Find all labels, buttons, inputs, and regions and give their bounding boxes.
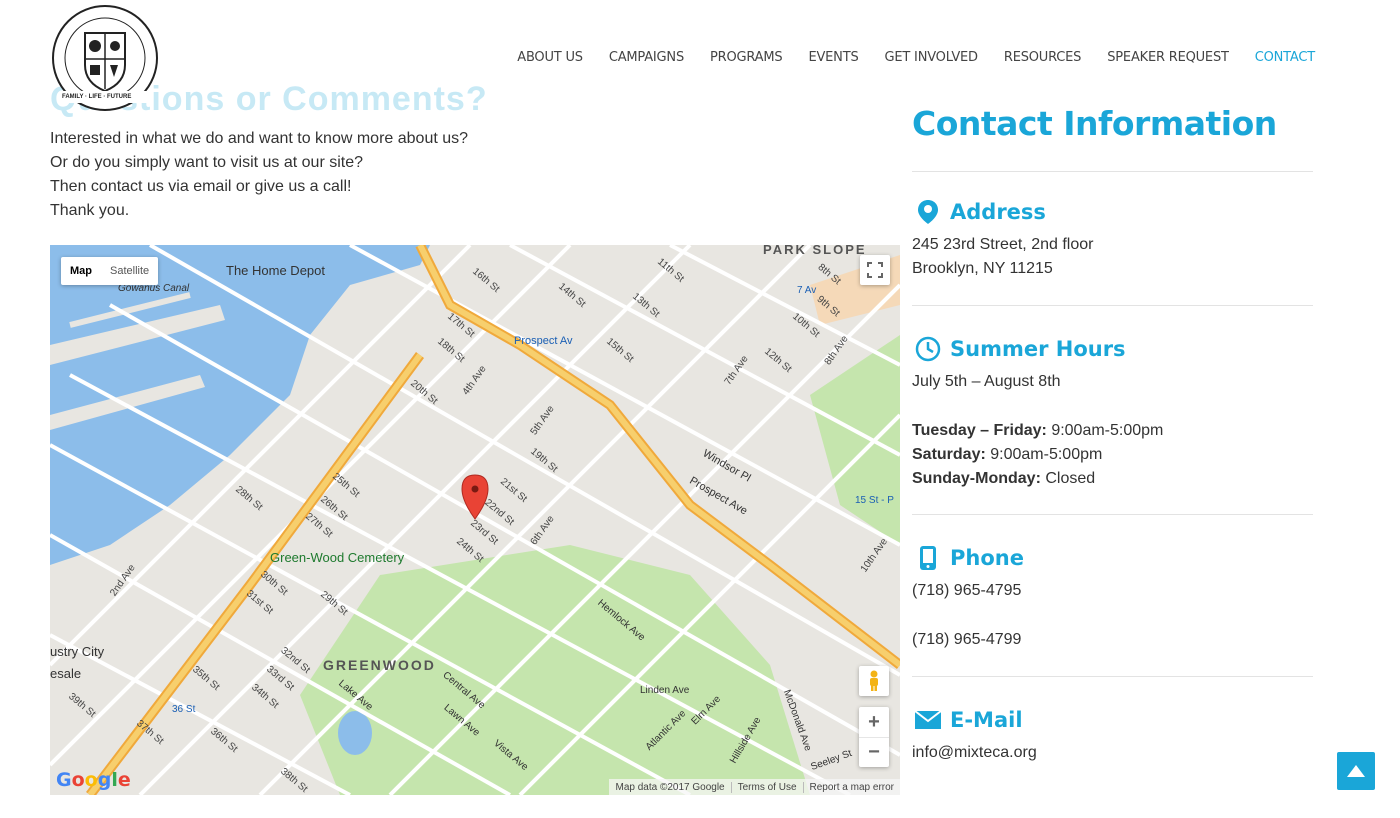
address-line: 245 23rd Street, 2nd floor xyxy=(912,236,1094,253)
map-type-control: Map Satellite xyxy=(61,257,159,285)
hours-row: Sunday-Monday: Closed xyxy=(912,467,1163,491)
contact-info-title: Contact Information xyxy=(912,104,1277,143)
email-address[interactable]: info@mixteca.org xyxy=(912,741,1037,765)
divider xyxy=(912,305,1313,306)
nav-get-involved[interactable]: GET INVOLVED xyxy=(885,50,979,65)
map-label-industry-city: ustry City xyxy=(50,644,105,659)
map-footer: Map data ©2017 Google Terms of Use Repor… xyxy=(609,779,900,795)
hours-label: Saturday: xyxy=(912,446,986,463)
street-view-pegman[interactable] xyxy=(859,666,889,696)
map-label-7-av: 7 Av xyxy=(797,285,817,296)
map-label-esale: esale xyxy=(50,666,82,681)
hours-row: Tuesday – Friday: 9:00am-5:00pm xyxy=(912,419,1163,443)
divider xyxy=(912,676,1313,677)
phone-title: Phone xyxy=(950,546,1024,570)
hours-value: Closed xyxy=(1045,470,1096,487)
intro-line: Then contact us via email or give us a c… xyxy=(50,178,352,195)
nav-campaigns[interactable]: CAMPAIGNS xyxy=(609,50,684,65)
map-label-greenwood-cemetery: Green-Wood Cemetery xyxy=(270,550,405,565)
fullscreen-button[interactable] xyxy=(860,255,890,285)
intro-line: Interested in what we do and want to kno… xyxy=(50,130,469,147)
hours-range: July 5th – August 8th xyxy=(912,373,1061,390)
divider xyxy=(912,514,1313,515)
hours-row: Saturday: 9:00am-5:00pm xyxy=(912,443,1163,467)
hours-label: Sunday-Monday: xyxy=(912,470,1041,487)
map-label-36-st: 36 St xyxy=(172,704,196,715)
envelope-icon xyxy=(914,706,942,734)
map-pin-icon xyxy=(914,198,942,226)
map-type-map-button[interactable]: Map xyxy=(61,257,101,285)
hours-text: July 5th – August 8th Tuesday – Friday: … xyxy=(912,370,1163,491)
zoom-control: + − xyxy=(859,707,889,767)
map-type-satellite-button[interactable]: Satellite xyxy=(101,257,158,285)
phone-number[interactable]: (718) 965-4795 xyxy=(912,579,1021,603)
clock-icon xyxy=(914,335,942,363)
logo-tagline: FAMILY · LIFE · FUTURE xyxy=(62,94,132,100)
hours-title: Summer Hours xyxy=(950,337,1126,361)
nav-speaker-request[interactable]: SPEAKER REQUEST xyxy=(1107,50,1229,65)
mobile-phone-icon xyxy=(914,544,942,572)
email-heading: E-Mail xyxy=(914,706,1023,734)
main-nav: ABOUT US CAMPAIGNS PROGRAMS EVENTS GET I… xyxy=(517,50,1315,65)
address-heading: Address xyxy=(914,198,1046,226)
pegman-icon xyxy=(870,670,878,691)
email-title: E-Mail xyxy=(950,708,1023,732)
fullscreen-icon xyxy=(867,262,883,278)
hours-label: Tuesday – Friday: xyxy=(912,422,1047,439)
map-label-greenwood: GREENWOOD xyxy=(323,657,436,673)
nav-programs[interactable]: PROGRAMS xyxy=(710,50,783,65)
nav-about-us[interactable]: ABOUT US xyxy=(517,50,583,65)
map-label-park-slope: PARK SLOPE xyxy=(763,245,867,257)
report-map-error-link[interactable]: Report a map error xyxy=(802,781,900,793)
address-line: Brooklyn, NY 11215 xyxy=(912,260,1053,277)
map-label-linden: Linden Ave xyxy=(640,685,690,696)
nav-contact[interactable]: CONTACT xyxy=(1255,50,1315,65)
map-label-prospect-av: Prospect Av xyxy=(514,335,573,347)
nav-events[interactable]: EVENTS xyxy=(808,50,858,65)
intro-line: Thank you. xyxy=(50,202,130,219)
hours-value: 9:00am-5:00pm xyxy=(1051,422,1164,439)
arrow-up-icon xyxy=(1347,765,1365,777)
address-title: Address xyxy=(950,200,1046,224)
email-text: info@mixteca.org xyxy=(912,741,1037,765)
back-to-top-button[interactable] xyxy=(1337,752,1375,790)
map-data-credit: Map data ©2017 Google xyxy=(615,781,725,793)
phone-heading: Phone xyxy=(914,544,1024,572)
address-text: 245 23rd Street, 2nd floor Brooklyn, NY … xyxy=(912,233,1093,281)
zoom-out-button[interactable]: − xyxy=(859,737,889,767)
phone-number[interactable]: (718) 965-4799 xyxy=(912,628,1021,652)
intro-line: Or do you simply want to visit us at our… xyxy=(50,154,364,171)
zoom-in-button[interactable]: + xyxy=(859,707,889,737)
divider xyxy=(912,171,1313,172)
hours-heading: Summer Hours xyxy=(914,335,1126,363)
phone-text: (718) 965-4795 (718) 965-4799 xyxy=(912,579,1021,652)
intro-text: Interested in what we do and want to kno… xyxy=(50,127,468,223)
map-label-home-depot: The Home Depot xyxy=(226,263,325,278)
terms-of-use-link[interactable]: Terms of Use xyxy=(730,781,803,793)
google-map[interactable]: PARK SLOPE The Home Depot Gowanus Canal … xyxy=(50,245,900,795)
map-label-15-st: 15 St - P xyxy=(855,495,894,506)
google-logo[interactable]: Google xyxy=(56,769,131,791)
mixteca-logo[interactable]: FAMILY · LIFE · FUTURE xyxy=(50,3,160,113)
hours-value: 9:00am-5:00pm xyxy=(990,446,1103,463)
nav-resources[interactable]: RESOURCES xyxy=(1004,50,1082,65)
